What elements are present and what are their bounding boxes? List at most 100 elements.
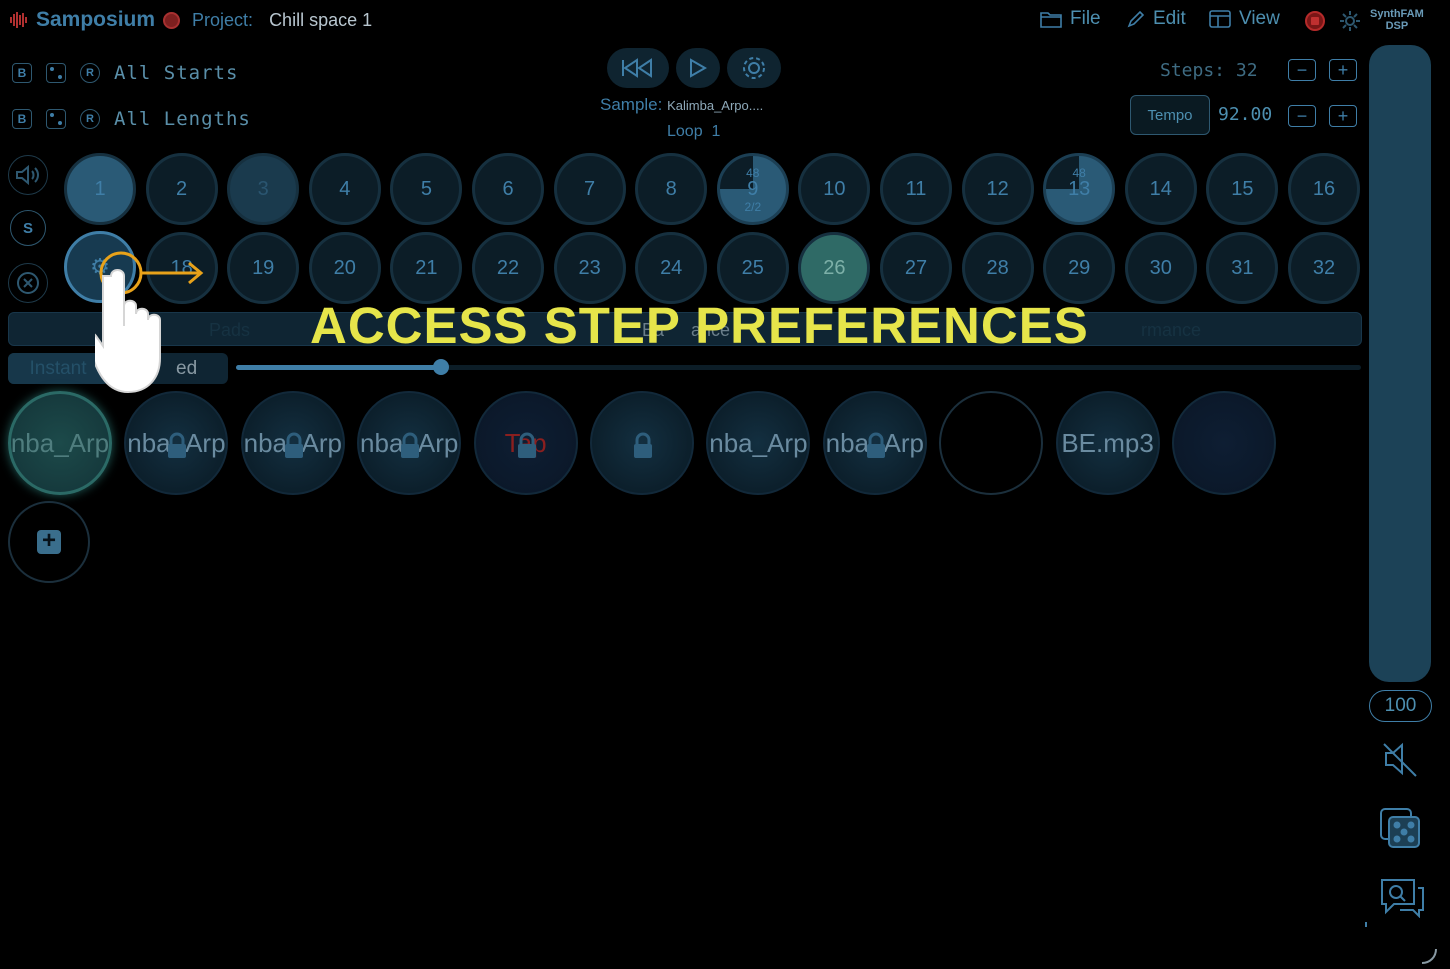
tempo-increment-button[interactable]: + [1329, 105, 1357, 127]
step-10[interactable]: 10 [798, 153, 871, 225]
step-20[interactable]: 20 [308, 232, 381, 304]
step-number: 2 [176, 177, 188, 200]
pad-8[interactable]: nba_Arp [822, 391, 927, 495]
pad-3[interactable]: nba_Arp [240, 391, 345, 495]
rewind-button[interactable] [607, 48, 669, 88]
step-15[interactable]: 15 [1206, 153, 1279, 225]
step-2[interactable]: 2 [145, 153, 218, 225]
step-14[interactable]: 14 [1124, 153, 1197, 225]
step-8[interactable]: 8 [635, 153, 708, 225]
pad-7[interactable]: nba_Arp [706, 391, 811, 495]
step-21[interactable]: 21 [390, 232, 463, 304]
slider-knob[interactable] [433, 359, 449, 375]
b-button[interactable]: B [12, 63, 32, 83]
sample-info: Sample: Kalimba_Arpo.... [600, 95, 763, 115]
tab-performance[interactable]: rmance [1141, 320, 1201, 341]
steps-decrement-button[interactable]: − [1288, 59, 1316, 81]
step-32[interactable]: 32 [1288, 232, 1360, 304]
step-1[interactable]: 1 [64, 153, 136, 225]
step-number: 31 [1231, 256, 1254, 279]
pad-label: nba_Arp [10, 427, 110, 458]
steps-label: Steps: [1160, 60, 1226, 81]
step-23[interactable]: 23 [553, 232, 626, 304]
step-24[interactable]: 24 [635, 232, 708, 304]
file-menu-label: File [1070, 8, 1101, 29]
b-button[interactable]: B [12, 109, 32, 129]
tempo-button[interactable]: Tempo [1130, 95, 1210, 135]
search-chat-button[interactable] [1378, 876, 1426, 923]
step-6[interactable]: 6 [472, 153, 544, 225]
divider [1365, 922, 1367, 927]
pad-5[interactable]: Tap [473, 391, 578, 495]
project-label: Project: [192, 9, 254, 30]
resize-handle[interactable] [1418, 947, 1438, 969]
pencil-icon [1127, 10, 1145, 28]
add-pad-button[interactable]: + [8, 501, 90, 583]
pad-4[interactable]: nba_Arp [357, 391, 462, 495]
step-3[interactable]: 3 [227, 153, 300, 225]
step-16[interactable]: 16 [1288, 153, 1360, 225]
tab-pads[interactable]: Pads [209, 320, 250, 341]
stop-record-button[interactable] [1305, 11, 1325, 31]
step-9[interactable]: 9 48 2/2 [716, 153, 789, 225]
speaker-button[interactable] [8, 155, 48, 195]
view-menu-label: View [1239, 8, 1280, 29]
file-menu[interactable]: File [1040, 8, 1101, 30]
step-12[interactable]: 12 [961, 153, 1034, 225]
project-name[interactable]: Chill space 1 [269, 10, 372, 31]
step-ratio: 2/2 [744, 200, 762, 214]
edit-menu[interactable]: Edit [1127, 8, 1186, 30]
step-number: 28 [986, 256, 1009, 279]
step-number: 23 [578, 256, 601, 279]
synth-brand-line1: SynthFAM [1370, 8, 1424, 20]
randomize-button[interactable] [1378, 806, 1422, 855]
step-26[interactable]: 26 [798, 232, 871, 304]
r-button[interactable]: R [80, 63, 100, 83]
step-27[interactable]: 27 [880, 232, 952, 304]
quantize-slider[interactable] [236, 359, 1361, 375]
step-probability: 48 [746, 166, 760, 180]
step-number: 1 [94, 177, 106, 200]
step-number: 20 [333, 256, 356, 279]
view-menu[interactable]: View [1209, 8, 1280, 30]
step-13[interactable]: 13 48 [1043, 153, 1116, 225]
step-number: 22 [496, 256, 520, 279]
play-button[interactable] [676, 48, 720, 88]
clear-button[interactable] [8, 263, 48, 303]
mute-button[interactable] [1378, 738, 1422, 785]
pad-11[interactable] [1172, 391, 1276, 495]
step-5[interactable]: 5 [390, 153, 463, 225]
solo-label: S [22, 219, 33, 237]
dice-icon[interactable] [46, 109, 66, 129]
solo-button[interactable]: S [10, 210, 46, 246]
mode-instant[interactable]: Instant [8, 353, 108, 384]
step-number: 6 [502, 177, 514, 200]
play-icon [690, 58, 707, 78]
steps-increment-button[interactable]: + [1329, 59, 1357, 81]
step-7[interactable]: 7 [553, 153, 626, 225]
step-19[interactable]: 19 [227, 232, 300, 304]
step-30[interactable]: 30 [1124, 232, 1197, 304]
gear-icon[interactable] [1339, 10, 1361, 37]
pad-6[interactable] [590, 391, 694, 495]
all-lengths-label: All Lengths [114, 108, 251, 130]
step-25[interactable]: 25 [716, 232, 789, 304]
step-22[interactable]: 22 [472, 232, 544, 304]
record-icon[interactable] [163, 11, 181, 29]
transport-settings-button[interactable] [727, 48, 781, 88]
pad-9[interactable] [939, 391, 1044, 495]
step-11[interactable]: 11 [880, 153, 952, 225]
volume-value: 100 [1369, 690, 1432, 722]
tempo-decrement-button[interactable]: − [1288, 105, 1316, 127]
pad-label: nba_Arp [709, 427, 808, 458]
r-button[interactable]: R [80, 109, 100, 129]
step-28[interactable]: 28 [961, 232, 1034, 304]
step-4[interactable]: 4 [308, 153, 381, 225]
dice-icon[interactable] [46, 63, 66, 83]
pad-10[interactable]: BE.mp3 [1055, 391, 1160, 495]
loop-info: Loop 1 [667, 123, 720, 141]
step-29[interactable]: 29 [1043, 232, 1116, 304]
volume-slider[interactable] [1369, 45, 1431, 682]
step-31[interactable]: 31 [1206, 232, 1279, 304]
lock-icon [398, 432, 420, 458]
